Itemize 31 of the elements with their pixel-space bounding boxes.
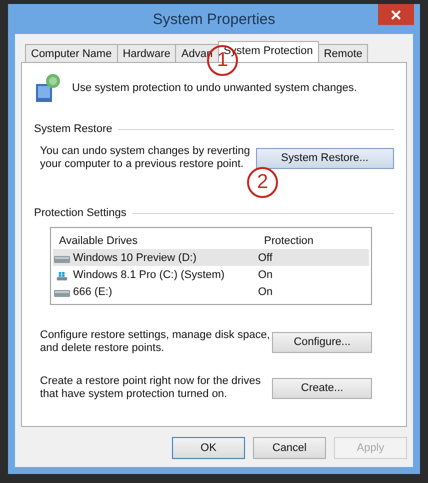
system-restore-button[interactable]: System Restore... (256, 148, 394, 168)
column-header: Available Drives (59, 234, 139, 246)
drive-name: Windows 8.1 Pro (C:) (System) (73, 268, 225, 280)
intro-text: Use system protection to undo unwanted system changes. (72, 82, 357, 94)
description-text: Create a restore point right now for the drives that have system protection turned on. (40, 375, 262, 401)
close-icon (391, 10, 401, 20)
tab[interactable]: Remote (318, 44, 368, 62)
section-heading: Protection Settings (34, 207, 126, 219)
tab[interactable]: Computer Name (25, 44, 118, 62)
drive-row[interactable]: 666 (E:) On (53, 283, 369, 300)
protection-status: On (258, 268, 274, 280)
drive-name: Windows 10 Preview (D:) (73, 252, 196, 264)
protection-status: On (258, 286, 274, 298)
drive-row[interactable]: Windows 8.1 Pro (C:) (System) On (53, 266, 369, 283)
dialog-button[interactable]: Cancel (253, 437, 326, 459)
tab[interactable]: Hardware (116, 44, 176, 62)
protection-status: Off (258, 252, 274, 264)
configure-button[interactable]: Configure... (272, 332, 372, 352)
create-button[interactable]: Create... (272, 378, 372, 398)
description-text: Configure restore settings, manage disk space, and delete restore points. (40, 329, 271, 355)
step-marker: 2 (247, 167, 278, 198)
close-button[interactable] (378, 4, 414, 25)
column-header: Protection (264, 234, 315, 246)
dialog-button[interactable]: OK (172, 437, 245, 459)
drive-icon (53, 289, 71, 298)
computer-shield-icon (34, 72, 62, 104)
window-title: System Properties (152, 10, 276, 28)
section-heading: System Restore (34, 123, 112, 135)
drive-row[interactable]: Windows 10 Preview (D:) Off (53, 249, 369, 266)
drive-icon (53, 255, 71, 264)
drive-name: 666 (E:) (73, 286, 112, 298)
